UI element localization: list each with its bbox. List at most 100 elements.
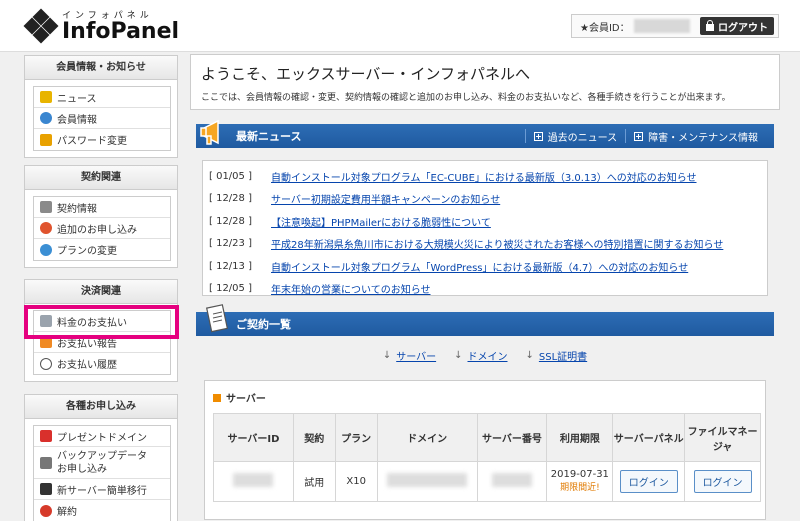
news-item: [ 12/23 ] 平成28年新潟県糸魚川市における大規模火災により被災されたお客…: [209, 236, 724, 252]
file-manager-cell: ログイン: [684, 461, 761, 502]
sidebar-group-title: 決済関連: [25, 280, 177, 304]
sidebar-item-present-domain[interactable]: プレゼントドメイン: [34, 426, 170, 447]
clock-icon: [40, 357, 52, 370]
sidebar-item-backup-data[interactable]: バックアップデータ お申し込み: [34, 447, 170, 479]
column-header: ドメイン: [376, 413, 478, 462]
redacted-value: [387, 473, 468, 487]
lock-icon: [706, 19, 714, 31]
anchor-ssl[interactable]: ↓ SSL証明書: [525, 348, 588, 363]
news-list: [ 01/05 ] 自動インストール対象プログラム「EC-CUBE」における最新版…: [202, 160, 768, 296]
plus-circle-icon: [40, 222, 52, 234]
bullet-icon: [213, 393, 221, 402]
news-header: 最新ニュース 過去のニュース 障害・メンテナンス情報: [196, 119, 774, 148]
sidebar-item-cancel[interactable]: 解約: [34, 500, 170, 521]
welcome-title: ようこそ、エックスサーバー・インフォパネルへ: [201, 65, 530, 83]
lock-icon: [40, 133, 52, 146]
plan-cell: X10: [334, 461, 378, 502]
news-item: [ 12/28 ] サーバー初期設定費用半額キャンペーンのお知らせ: [209, 191, 501, 207]
sidebar-item-news[interactable]: ニュース: [34, 87, 170, 108]
down-arrow-icon: ↓: [454, 349, 463, 361]
refresh-icon: [40, 243, 52, 256]
header: インフォパネル InfoPanel ★会員ID： ログアウト: [0, 0, 800, 52]
server-id-cell: [213, 461, 294, 502]
anchor-domain[interactable]: ↓ ドメイン: [454, 348, 507, 363]
contract-cell: 試用: [292, 461, 336, 502]
sidebar-group-contract: 契約関連 契約情報 追加のお申し込み プランの変更: [24, 165, 178, 268]
column-header: サーバー番号: [476, 413, 548, 462]
member-id-value: [633, 19, 690, 33]
server-table: サーバーID 契約 プラン ドメイン サーバー番号 利用期限 サーバーパネル フ…: [213, 413, 761, 502]
welcome-subtitle: ここでは、会員情報の確認・変更、契約情報の確認と追加のお申し込み、料金のお支払い…: [201, 93, 731, 103]
news-item: [ 12/05 ] 年末年始の営業についてのお知らせ: [209, 281, 431, 297]
news-link[interactable]: 年末年始の営業についてのお知らせ: [271, 281, 431, 296]
file-manager-login-button[interactable]: ログイン: [693, 470, 752, 493]
sidebar-group-member: 会員情報・お知らせ ニュース 会員情報 パスワード変更: [24, 55, 178, 158]
infopanel-logo[interactable]: インフォパネル InfoPanel: [23, 8, 180, 44]
megaphone-icon: [200, 119, 219, 145]
expiry-warning: 期限間近!: [560, 483, 600, 493]
sidebar-item-password[interactable]: パスワード変更: [34, 129, 170, 150]
domain-cell: [376, 461, 478, 502]
down-arrow-icon: ↓: [382, 349, 392, 361]
server-section-title: サーバー: [213, 390, 266, 405]
down-arrow-icon: ↓: [525, 349, 534, 361]
news-link[interactable]: 平成28年新潟県糸魚川市における大規模火災により被災されたお客様への特別措置に関…: [271, 236, 723, 251]
maintenance-info-link[interactable]: 障害・メンテナンス情報: [625, 129, 766, 144]
redacted-value: [233, 473, 274, 487]
table-header-row: サーバーID 契約 プラン ドメイン サーバー番号 利用期限 サーバーパネル フ…: [213, 413, 761, 462]
contract-anchor-links: ↓ サーバー ↓ ドメイン ↓ SSL証明書: [190, 348, 780, 363]
anchor-server[interactable]: ↓ サーバー: [382, 348, 436, 363]
pen-icon: [40, 201, 52, 213]
logout-label: ログアウト: [718, 22, 768, 34]
expand-icon: [533, 131, 543, 141]
cancel-icon: [40, 504, 52, 517]
column-header: ファイルマネージャ: [684, 413, 761, 462]
server-panel-login-button[interactable]: ログイン: [619, 470, 678, 493]
logout-button[interactable]: ログアウト: [700, 17, 774, 35]
sidebar-item-server-migration[interactable]: 新サーバー簡単移行: [34, 479, 170, 500]
server-icon: [40, 483, 52, 495]
contract-title: ご契約一覧: [236, 318, 291, 331]
backup-icon: [40, 456, 52, 469]
column-header: サーバーパネル: [612, 413, 686, 462]
gift-icon: [40, 430, 52, 442]
expand-icon: [634, 131, 644, 141]
news-link[interactable]: 【注意喚起】PHPMailerにおける脆弱性について: [271, 214, 491, 229]
welcome-panel: ようこそ、エックスサーバー・インフォパネルへ ここでは、会員情報の確認・変更、契…: [190, 54, 780, 110]
key-icon: [40, 91, 52, 103]
document-icon: [206, 304, 229, 333]
server-panel-cell: ログイン: [612, 461, 686, 502]
server-section: サーバー サーバーID 契約 プラン ドメイン サーバー番号 利用期限 サーバー…: [204, 380, 766, 520]
news-item: [ 12/28 ] 【注意喚起】PHPMailerにおける脆弱性について: [209, 214, 491, 229]
expiry-cell: 2019-07-31 期限間近!: [546, 461, 614, 502]
sidebar-item-additional-order[interactable]: 追加のお申し込み: [34, 218, 170, 239]
news-link[interactable]: 自動インストール対象プログラム「WordPress」における最新版（4.7）への…: [271, 259, 688, 274]
column-header: サーバーID: [213, 413, 294, 462]
news-title: 最新ニュース: [236, 130, 302, 143]
logo-diamond-icon: [23, 8, 59, 43]
sidebar-group-title: 契約関連: [25, 166, 177, 190]
contract-header: ご契約一覧: [196, 304, 774, 336]
news-item: [ 01/05 ] 自動インストール対象プログラム「EC-CUBE」における最新版…: [209, 169, 697, 184]
sidebar-item-plan-change[interactable]: プランの変更: [34, 239, 170, 260]
sidebar-item-payment-history[interactable]: お支払い履歴: [34, 353, 170, 374]
logo-name: InfoPanel: [62, 19, 180, 44]
member-id-label: ★会員ID：: [580, 22, 630, 34]
sidebar-group-title: 各種お申し込み: [25, 395, 177, 419]
person-icon: [40, 112, 52, 124]
highlight-frame: [24, 305, 179, 339]
sidebar-item-contract-info[interactable]: 契約情報: [34, 197, 170, 218]
column-header: 利用期限: [546, 413, 614, 462]
column-header: プラン: [334, 413, 378, 462]
sidebar-group-applications: 各種お申し込み プレゼントドメイン バックアップデータ お申し込み 新サーバー簡単…: [24, 394, 178, 521]
news-item: [ 12/13 ] 自動インストール対象プログラム「WordPress」における最…: [209, 259, 689, 274]
redacted-value: [491, 473, 532, 487]
past-news-link[interactable]: 過去のニュース: [524, 129, 626, 144]
sidebar-item-member-info[interactable]: 会員情報: [34, 108, 170, 129]
table-row: 試用 X10 2019-07-31 期限間近! ログイン ログイン: [213, 461, 761, 502]
news-link[interactable]: サーバー初期設定費用半額キャンペーンのお知らせ: [271, 191, 500, 206]
news-link[interactable]: 自動インストール対象プログラム「EC-CUBE」における最新版（3.0.13）へ…: [271, 169, 697, 184]
sidebar-group-title: 会員情報・お知らせ: [25, 56, 177, 80]
server-number-cell: [476, 461, 548, 502]
column-header: 契約: [292, 413, 336, 462]
